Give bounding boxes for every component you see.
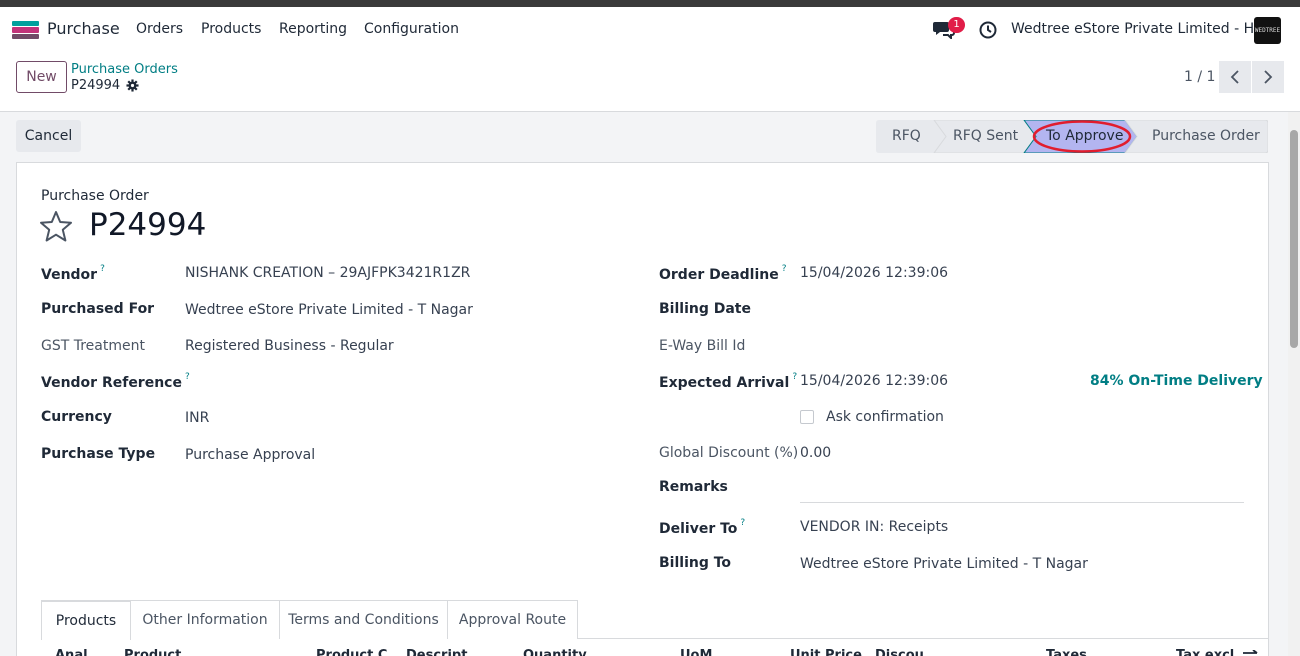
status-bar: RFQ RFQ Sent To Approve Purchase Order [876,120,1268,153]
remarks-field[interactable] [800,502,1244,503]
gst-treatment-label: GST Treatment [41,338,145,354]
vendor-reference-label: Vendor Reference? [41,372,190,391]
company-switcher[interactable]: Wedtree eStore Private Limited - HO [1011,21,1265,37]
column-header-quantity[interactable]: Quantity [523,648,587,656]
expected-arrival-field[interactable]: 15/04/2026 12:39:06 [800,373,948,389]
chat-button[interactable]: 1 [933,17,965,41]
chevron-left-icon [1230,70,1239,84]
optional-columns-icon[interactable] [1242,650,1258,656]
main-navbar: Purchase Orders Products Reporting Confi… [0,7,1300,53]
chevron-right-icon [1264,70,1273,84]
new-button[interactable]: New [16,61,67,93]
billing-date-label: Billing Date [659,301,751,317]
menu-configuration[interactable]: Configuration [364,21,459,37]
column-header-discount[interactable]: Discou [875,648,924,656]
deliver-to-label: Deliver To? [659,518,746,537]
billing-to-field[interactable]: Wedtree eStore Private Limited - T Nagar [800,556,1088,572]
vendor-label: Vendor? [41,264,105,283]
ask-confirmation-label: Ask confirmation [826,409,944,425]
help-mark[interactable]: ? [100,264,105,274]
currency-field[interactable]: INR [185,410,209,426]
eway-bill-label: E-Way Bill Id [659,338,746,354]
column-header-analytic[interactable]: Anal [55,648,88,656]
purchase-app-icon[interactable] [12,21,39,39]
vendor-field[interactable]: NISHANK CREATION – 29AJFPK3421R1ZR [185,265,470,281]
window-top-strip [0,0,1300,7]
menu-products[interactable]: Products [201,21,261,37]
breadcrumb-current-record: P24994 [71,78,121,93]
column-header-description[interactable]: Descript [406,648,467,656]
stage-to-approve[interactable]: To Approve [1046,128,1123,144]
stage-purchase-order[interactable]: Purchase Order [1152,128,1260,144]
tab-approval-route[interactable]: Approval Route [447,600,578,639]
tab-other-information[interactable]: Other Information [130,600,280,639]
column-header-uom[interactable]: UoM [680,648,712,656]
pager-previous-button[interactable] [1219,61,1251,93]
document-name: P24994 [89,207,207,243]
gst-treatment-field[interactable]: Registered Business - Regular [185,338,394,354]
global-discount-label: Global Discount (%) [659,445,799,461]
menu-reporting[interactable]: Reporting [279,21,347,37]
order-deadline-label: Order Deadline? [659,264,787,283]
deliver-to-field[interactable]: VENDOR IN: Receipts [800,519,948,535]
currency-label: Currency [41,409,112,425]
column-header-taxes[interactable]: Taxes [1046,648,1087,656]
document-type-label: Purchase Order [41,188,149,204]
purchased-for-label: Purchased For [41,301,155,317]
purchase-type-label: Purchase Type [41,446,156,462]
on-time-delivery-link[interactable]: 84% On-Time Delivery [1090,373,1263,389]
ask-confirmation-checkbox[interactable] [800,410,814,424]
stage-rfq-sent[interactable]: RFQ Sent [953,128,1018,144]
stage-rfq[interactable]: RFQ [892,128,921,144]
scrollbar-thumb[interactable] [1290,130,1298,348]
user-avatar[interactable]: WEDTREE [1254,17,1281,44]
gear-icon[interactable] [126,79,139,92]
billing-to-label: Billing To [659,555,732,571]
help-mark[interactable]: ? [782,264,787,274]
help-mark[interactable]: ? [792,372,797,382]
help-mark[interactable]: ? [185,372,190,382]
activity-clock-icon[interactable] [979,21,997,39]
app-name[interactable]: Purchase [47,19,120,38]
breadcrumb-purchase-orders[interactable]: Purchase Orders [71,62,178,77]
tab-products[interactable]: Products [41,600,131,640]
chat-count-badge: 1 [948,17,965,33]
column-header-unit-price[interactable]: Unit Price [790,648,862,656]
menu-orders[interactable]: Orders [136,21,183,37]
pager-value[interactable]: 1 / 1 [1184,69,1215,85]
expected-arrival-label: Expected Arrival? [659,372,798,391]
purchase-type-field[interactable]: Purchase Approval [185,447,315,463]
global-discount-field[interactable]: 0.00 [800,445,831,461]
purchased-for-field[interactable]: Wedtree eStore Private Limited - T Nagar [185,302,473,318]
order-deadline-field[interactable]: 15/04/2026 12:39:06 [800,265,948,281]
tab-terms-and-conditions[interactable]: Terms and Conditions [279,600,448,639]
column-header-product-code[interactable]: Product C [316,648,387,656]
star-icon[interactable] [39,210,73,242]
column-header-tax-excl[interactable]: Tax excl. [1176,648,1239,656]
help-mark[interactable]: ? [740,518,745,528]
cancel-button[interactable]: Cancel [16,120,81,152]
remarks-label: Remarks [659,479,728,495]
pager-next-button[interactable] [1252,61,1284,93]
column-header-product[interactable]: Product [124,648,181,656]
